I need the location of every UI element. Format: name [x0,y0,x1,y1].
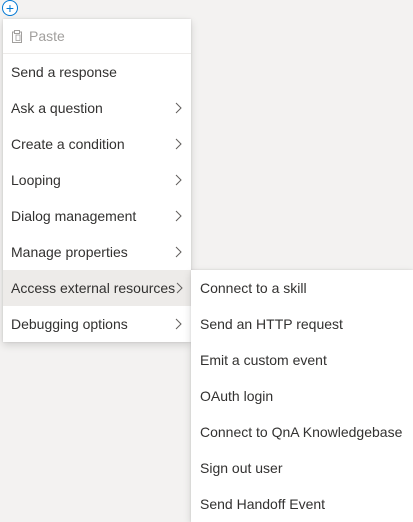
clipboard-icon [11,29,23,43]
menu-item-label: Ask a question [11,100,103,116]
submenu-item-emit-custom-event[interactable]: Emit a custom event [191,342,413,378]
menu-item-label: Access external resources [11,280,176,296]
menu-item-label: Paste [29,28,65,44]
chevron-right-icon [173,174,183,186]
menu-item-send-response[interactable]: Send a response [3,54,191,90]
chevron-right-icon [173,210,183,222]
chevron-right-icon [173,318,183,330]
chevron-right-icon [173,246,183,258]
menu-item-create-condition[interactable]: Create a condition [3,126,191,162]
plus-icon: + [5,0,15,16]
submenu-external-resources: Connect to a skill Send an HTTP request … [191,270,413,522]
chevron-right-icon [175,282,183,294]
menu-item-label: Manage properties [11,244,128,260]
submenu-item-label: Emit a custom event [200,352,327,368]
chevron-right-icon [173,102,183,114]
context-menu: Paste Send a response Ask a question Cre… [3,19,191,342]
submenu-item-label: OAuth login [200,388,274,404]
menu-item-ask-question[interactable]: Ask a question [3,90,191,126]
submenu-item-label: Connect to a skill [200,280,307,296]
menu-item-manage-properties[interactable]: Manage properties [3,234,191,270]
menu-item-label: Debugging options [11,316,128,332]
add-action-button[interactable]: + [2,0,18,16]
menu-item-label: Looping [11,172,61,188]
menu-item-label: Dialog management [11,208,137,224]
submenu-item-send-http-request[interactable]: Send an HTTP request [191,306,413,342]
submenu-item-sign-out-user[interactable]: Sign out user [191,450,413,486]
menu-item-label: Create a condition [11,136,125,152]
submenu-item-label: Send Handoff Event [200,496,326,512]
menu-item-looping[interactable]: Looping [3,162,191,198]
chevron-right-icon [173,138,183,150]
submenu-item-connect-qna[interactable]: Connect to QnA Knowledgebase [191,414,413,450]
menu-item-debugging-options[interactable]: Debugging options [3,306,191,342]
submenu-item-connect-skill[interactable]: Connect to a skill [191,270,413,306]
menu-item-access-external-resources[interactable]: Access external resources [3,270,191,306]
submenu-item-oauth-login[interactable]: OAuth login [191,378,413,414]
submenu-item-label: Connect to QnA Knowledgebase [200,424,403,440]
submenu-item-label: Sign out user [200,460,283,476]
menu-item-paste: Paste [3,19,191,53]
submenu-item-label: Send an HTTP request [200,316,343,332]
submenu-item-send-handoff-event[interactable]: Send Handoff Event [191,486,413,522]
menu-item-dialog-management[interactable]: Dialog management [3,198,191,234]
menu-item-label: Send a response [11,64,117,80]
